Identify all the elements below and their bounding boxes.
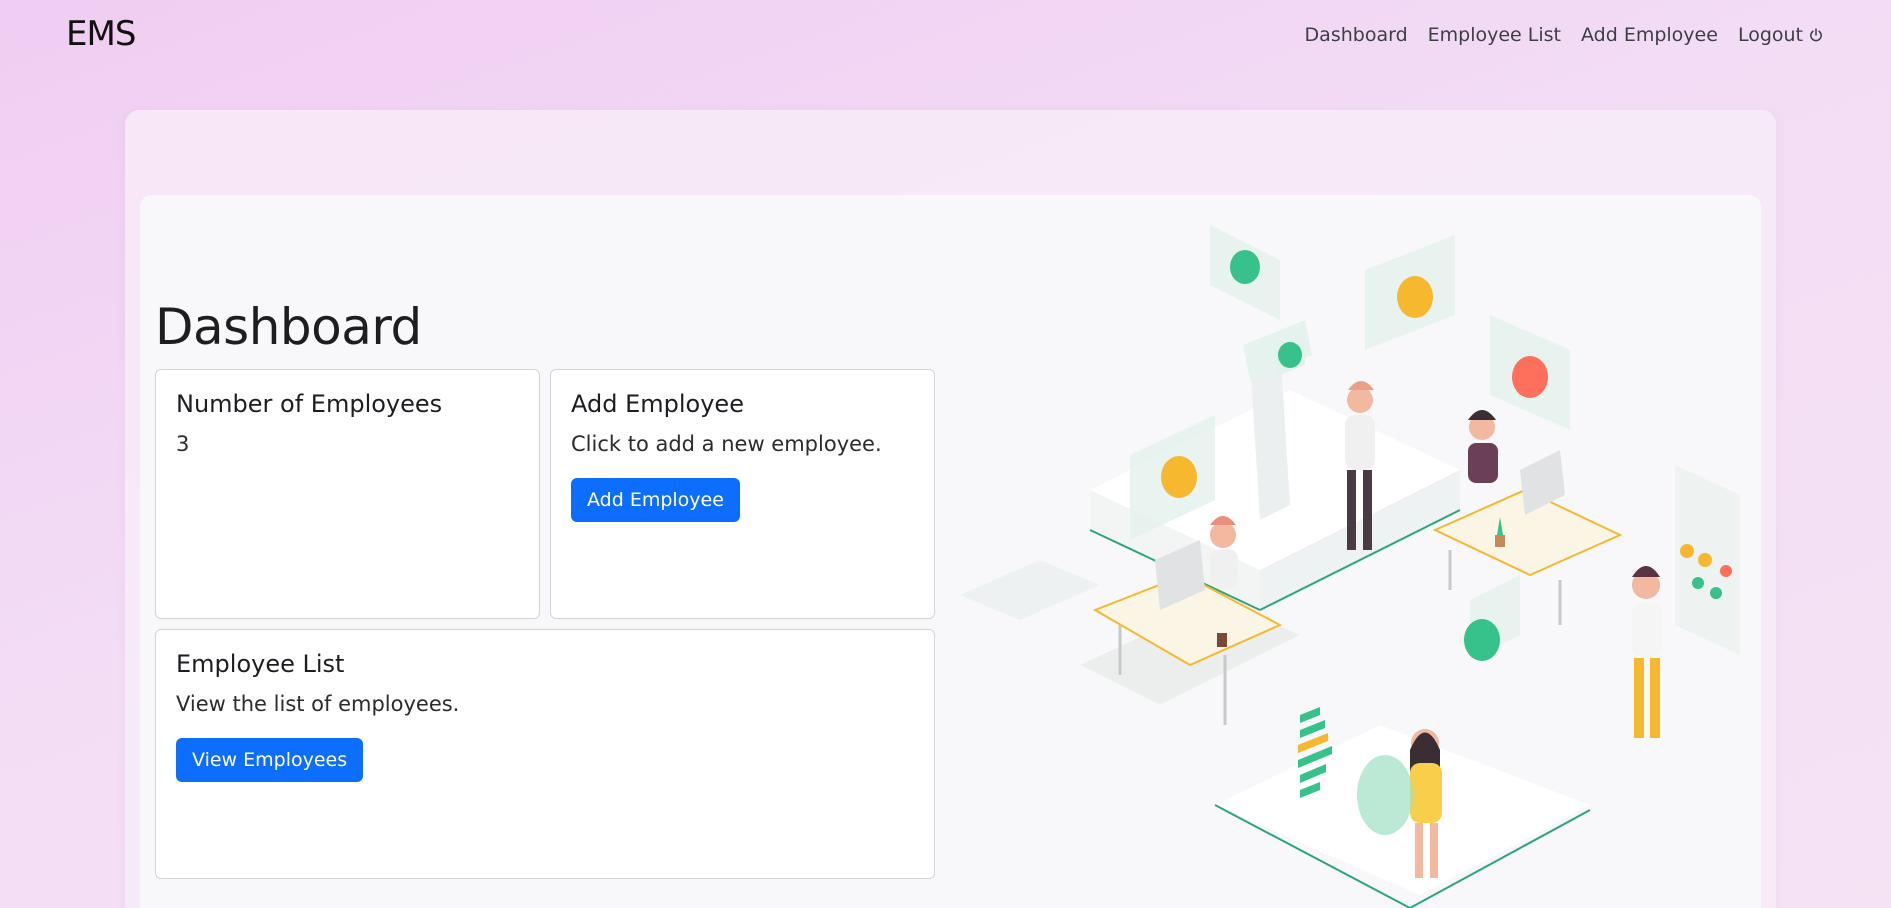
add-employee-card-text: Click to add a new employee. (571, 432, 882, 456)
nav-logout-label: Logout (1737, 24, 1803, 46)
brand-logo[interactable]: EMS (66, 14, 136, 54)
employee-count-card: Number of Employees 3 (155, 369, 540, 619)
view-employees-button[interactable]: View Employees (176, 738, 364, 782)
navbar: EMS Dashboard Employee List Add Employee… (0, 0, 1891, 75)
nav-add-employee[interactable]: Add Employee (1581, 24, 1718, 46)
add-employee-card-title: Add Employee (571, 390, 744, 418)
nav-dashboard[interactable]: Dashboard (1305, 24, 1408, 46)
employee-list-card-text: View the list of employees. (176, 692, 460, 716)
nav-employee-list[interactable]: Employee List (1428, 24, 1561, 46)
nav-logout[interactable]: Logout (1738, 24, 1823, 46)
employee-count-value: 3 (176, 432, 190, 456)
employee-list-card: Employee List View the list of employees… (155, 629, 935, 879)
nav-links: Dashboard Employee List Add Employee Log… (1305, 24, 1823, 46)
office-illustration (960, 215, 1760, 908)
page-title: Dashboard (155, 298, 422, 356)
employee-list-card-title: Employee List (176, 650, 345, 678)
add-employee-card: Add Employee Click to add a new employee… (550, 369, 935, 619)
employee-count-title: Number of Employees (176, 390, 443, 418)
add-employee-button[interactable]: Add Employee (571, 478, 740, 522)
power-icon (1809, 27, 1823, 43)
